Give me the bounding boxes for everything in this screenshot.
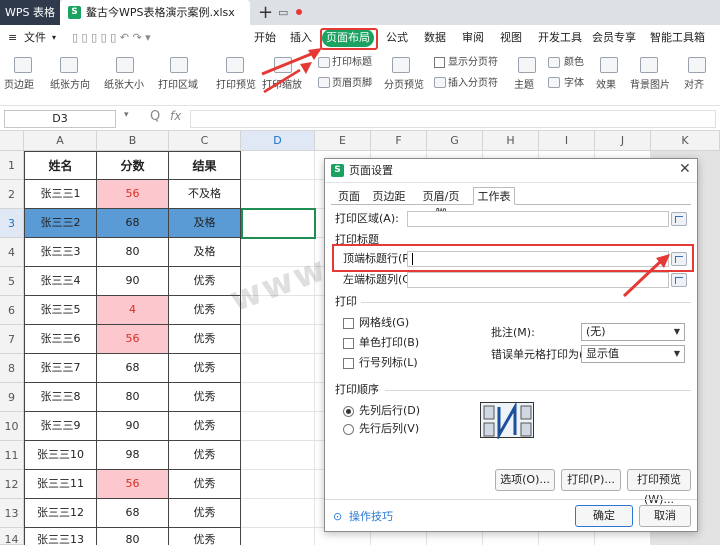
annotation-arrows	[261, 48, 670, 298]
